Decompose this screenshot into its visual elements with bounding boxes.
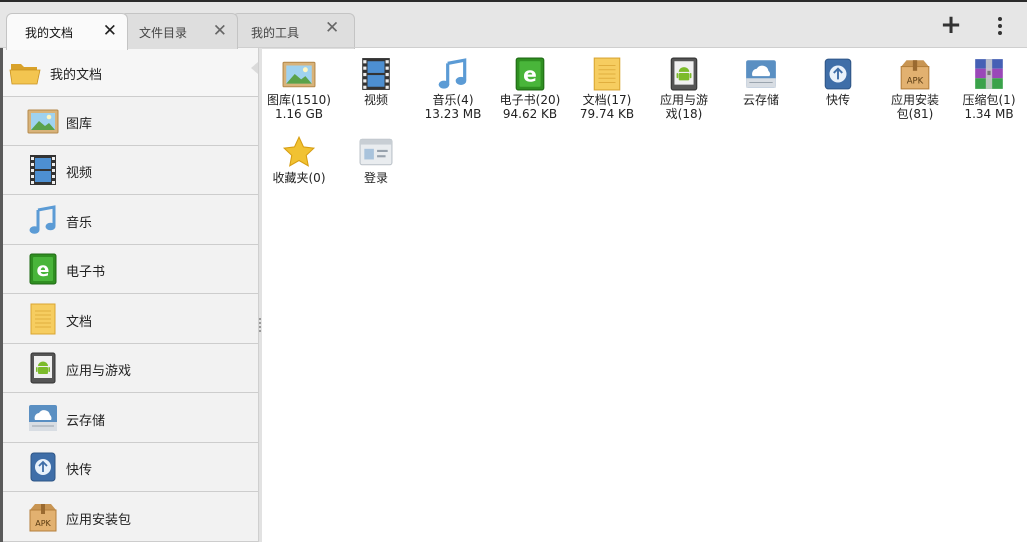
grid-item-label: 压缩包(1) xyxy=(962,93,1016,107)
music-note-icon xyxy=(436,57,470,91)
grid-item-label: 收藏夹(0) xyxy=(272,171,326,185)
picture-icon xyxy=(27,105,59,137)
apk-box-icon xyxy=(27,501,59,533)
document-icon xyxy=(27,303,59,335)
apk-box-icon xyxy=(898,57,932,91)
sidebar-item-cloud-storage[interactable]: 云存储 xyxy=(3,394,258,443)
tab-file-directory[interactable]: 文件目录 ✕ xyxy=(120,13,238,49)
music-note-icon xyxy=(27,204,59,236)
grid-item-documents[interactable]: 文档(17) 79.74 KB xyxy=(568,57,646,121)
sidebar-item-label: 我的文档 xyxy=(50,68,103,83)
sidebar-item-label: 电子书 xyxy=(66,265,106,280)
close-icon[interactable]: ✕ xyxy=(325,18,339,38)
grid-item-label: 电子书(20) xyxy=(499,93,561,107)
sidebar-item-label: 应用与游戏 xyxy=(66,364,132,379)
grid-item-size: 1.34 MB xyxy=(964,107,1014,121)
grid-item-label: 登录 xyxy=(363,171,388,185)
ebook-icon xyxy=(513,57,547,91)
drag-handle-icon[interactable] xyxy=(259,318,263,332)
transfer-icon xyxy=(27,451,59,483)
sidebar-item-label: 快传 xyxy=(66,463,93,478)
grid-item-size: 1.16 GB xyxy=(274,107,324,121)
sidebar-header-my-documents[interactable]: 我的文档 xyxy=(3,48,258,97)
grid-item-label: 应用与游 xyxy=(659,93,708,107)
grid-item-label: 云存储 xyxy=(742,93,779,107)
grid-item-label: 快传 xyxy=(825,93,850,107)
grid-item-archives[interactable]: 压缩包(1) 1.34 MB xyxy=(951,57,1027,121)
sidebar-item-label: 云存储 xyxy=(66,414,106,429)
grid-item-login[interactable]: 登录 xyxy=(337,135,415,185)
sidebar-item-label: 图库 xyxy=(66,117,93,132)
sidebar-item-music[interactable]: 音乐 xyxy=(3,196,258,245)
sidebar-item-label: 文档 xyxy=(66,315,93,330)
grid-item-label: 应用安装 xyxy=(890,93,939,107)
grid-item-music[interactable]: 音乐(4) 13.23 MB xyxy=(414,57,492,121)
document-icon xyxy=(590,57,624,91)
login-card-icon xyxy=(359,135,393,169)
grid-item-video[interactable]: 视频 xyxy=(337,57,415,107)
transfer-icon xyxy=(821,57,855,91)
film-icon xyxy=(27,154,59,186)
sidebar-item-apk-packages[interactable]: 应用安装包 xyxy=(3,493,258,542)
sidebar-item-label: 视频 xyxy=(66,166,93,181)
archive-icon xyxy=(972,57,1006,91)
grid-item-label: 图库(1510) xyxy=(267,93,331,107)
grid-item-label: 音乐(4) xyxy=(432,93,474,107)
plus-icon[interactable]: + xyxy=(938,12,964,39)
cloud-icon xyxy=(744,57,778,91)
grid-item-gallery[interactable]: 图库(1510) 1.16 GB xyxy=(260,57,338,121)
sidebar-item-documents[interactable]: 文档 xyxy=(3,295,258,344)
grid-item-label-continued: 戏(18) xyxy=(665,107,703,121)
grid-item-quick-transfer[interactable]: 快传 xyxy=(799,57,877,107)
star-icon xyxy=(282,135,316,169)
android-icon xyxy=(27,352,59,384)
grid-item-apps-games[interactable]: 应用与游 戏(18) xyxy=(645,57,723,121)
grid-item-size: 79.74 KB xyxy=(579,107,635,121)
overflow-menu-icon[interactable] xyxy=(990,14,1010,38)
tab-my-documents[interactable]: 我的文档 ✕ xyxy=(6,13,128,50)
grid-item-label: 视频 xyxy=(363,93,388,107)
film-icon xyxy=(359,57,393,91)
grid-item-ebook[interactable]: 电子书(20) 94.62 KB xyxy=(491,57,569,121)
picture-icon xyxy=(282,57,316,91)
sidebar-item-apps-games[interactable]: 应用与游戏 xyxy=(3,344,258,393)
grid-item-favorites[interactable]: 收藏夹(0) xyxy=(260,135,338,185)
sidebar: 我的文档 图库 视频 音乐 电子书 文档 应用与游戏 云存储 快传 应用安装包 xyxy=(0,48,258,542)
tab-bar: 我的工具 文件目录 ✕ 我的文档 ✕ ✕ + xyxy=(0,0,1027,50)
grid-item-size: 13.23 MB xyxy=(424,107,482,121)
ebook-icon xyxy=(27,253,59,285)
folder-icon xyxy=(9,56,41,88)
sidebar-item-label: 应用安装包 xyxy=(66,513,132,528)
grid-item-apk-packages[interactable]: 应用安装 包(81) xyxy=(876,57,954,121)
tab-label: 我的文档 xyxy=(25,26,74,40)
tab-label: 文件目录 xyxy=(139,26,188,40)
pane-divider[interactable] xyxy=(258,48,262,542)
tab-label: 我的工具 xyxy=(251,26,300,40)
sidebar-item-quick-transfer[interactable]: 快传 xyxy=(3,443,258,492)
grid-item-cloud-storage[interactable]: 云存储 xyxy=(722,57,800,107)
close-icon[interactable]: ✕ xyxy=(213,20,227,42)
sidebar-item-video[interactable]: 视频 xyxy=(3,146,258,195)
sidebar-item-gallery[interactable]: 图库 xyxy=(3,97,258,146)
sidebar-item-ebook[interactable]: 电子书 xyxy=(3,245,258,294)
grid-item-size: 94.62 KB xyxy=(502,107,558,121)
grid-item-label: 文档(17) xyxy=(582,93,632,107)
collapse-arrow-icon[interactable] xyxy=(251,62,258,74)
cloud-icon xyxy=(27,402,59,434)
grid-item-label-continued: 包(81) xyxy=(896,107,934,121)
close-icon[interactable]: ✕ xyxy=(103,20,117,42)
sidebar-item-label: 音乐 xyxy=(66,216,93,231)
android-icon xyxy=(667,57,701,91)
